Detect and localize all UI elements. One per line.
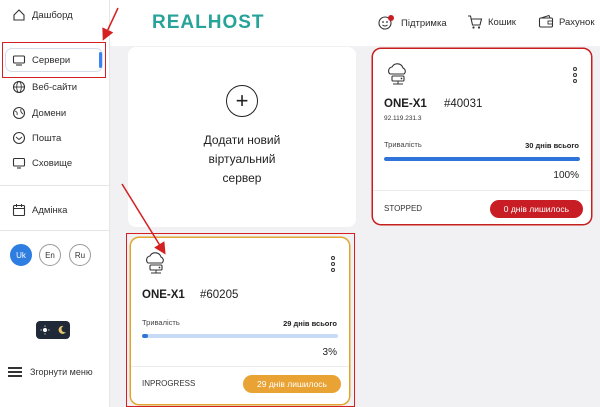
- sidebar-item-label: Веб-сайти: [32, 81, 78, 93]
- progress-bar: [142, 334, 338, 338]
- wallet-icon: [538, 14, 554, 28]
- plus-icon: +: [226, 85, 258, 117]
- sidebar-item-dashboard[interactable]: Дашборд: [6, 4, 102, 26]
- server-id: #40031: [444, 98, 483, 110]
- sidebar-item-domains[interactable]: Домени: [6, 102, 102, 124]
- more-options-icon[interactable]: [573, 67, 579, 87]
- sidebar-item-mail[interactable]: Пошта: [6, 127, 102, 149]
- monitor-icon: [12, 157, 26, 169]
- logo[interactable]: REALHOST: [152, 12, 265, 34]
- sidebar-item-servers[interactable]: Сервери: [6, 49, 102, 71]
- home-icon: [13, 9, 25, 21]
- sidebar-item-admin[interactable]: Адмінка: [6, 199, 102, 221]
- server-icon: [12, 55, 26, 66]
- add-server-line: сервер: [222, 171, 262, 185]
- progress-bar: [384, 157, 580, 161]
- card-divider: [131, 366, 349, 367]
- server-name: ONE-X1: [384, 98, 427, 110]
- progress-percent: 100%: [553, 170, 579, 181]
- sidebar-item-websites[interactable]: Веб-сайти: [6, 76, 102, 98]
- duration-label: Тривалість: [384, 140, 422, 149]
- sidebar-item-label: Домени: [32, 107, 67, 119]
- cloud-server-icon: [388, 63, 406, 85]
- sun-icon: [40, 325, 49, 335]
- server-name: ONE-X1: [142, 289, 185, 301]
- account-label: Рахунок: [559, 16, 595, 28]
- server-ip: 92.119.231.3: [384, 115, 422, 122]
- cart-label: Кошик: [488, 16, 516, 28]
- duration-total: 29 днів всього: [283, 319, 337, 328]
- card-divider: [373, 190, 591, 191]
- add-server-line: Додати новий: [203, 133, 281, 147]
- cart-icon: [468, 15, 483, 29]
- collapse-menu-label: Згорнути меню: [30, 367, 93, 377]
- language-en-button[interactable]: En: [39, 244, 61, 266]
- sidebar-item-label: Сервери: [32, 54, 71, 66]
- cart-link[interactable]: Кошик: [467, 14, 516, 30]
- moon-icon: [58, 325, 66, 334]
- support-link[interactable]: Підтримка: [376, 14, 447, 32]
- divider: [0, 230, 110, 231]
- language-ru-button[interactable]: Ru: [69, 244, 91, 266]
- top-header: REALHOST Підтримка Кошик Рахунок: [110, 0, 600, 46]
- server-card[interactable]: ONE-X1 #40031 92.119.231.3 Тривалість 30…: [373, 49, 591, 224]
- status-label: STOPPED: [384, 204, 423, 213]
- sidebar-item-label: Сховище: [32, 157, 73, 169]
- add-server-text: Додати новий віртуальний сервер: [204, 131, 281, 188]
- account-link[interactable]: Рахунок: [538, 14, 595, 30]
- duration-total: 30 днів всього: [525, 141, 579, 150]
- globe-icon: [12, 80, 26, 94]
- server-card[interactable]: ONE-X1 #60205 Тривалість 29 днів всього …: [131, 238, 349, 404]
- sidebar-item-label: Пошта: [32, 132, 62, 144]
- collapse-menu-button[interactable]: Згорнути меню: [8, 363, 104, 381]
- sidebar-item-label: Адмінка: [32, 204, 68, 216]
- mail-icon: [12, 131, 26, 145]
- globe-icon: [12, 106, 26, 120]
- sidebar-item-label: Дашборд: [32, 9, 73, 21]
- progress-fill: [384, 157, 580, 161]
- days-left-badge[interactable]: 0 днів лишилось: [489, 200, 583, 218]
- menu-icon: [8, 365, 22, 380]
- more-options-icon[interactable]: [331, 256, 337, 276]
- progress-percent: 3%: [322, 347, 337, 358]
- calendar-icon: [12, 204, 26, 217]
- progress-fill: [142, 334, 148, 338]
- sidebar-item-storage[interactable]: Сховище: [6, 152, 102, 174]
- divider: [0, 185, 110, 186]
- support-label: Підтримка: [401, 17, 447, 29]
- cloud-server-icon: [146, 252, 164, 274]
- support-icon: [378, 15, 394, 30]
- theme-toggle[interactable]: [36, 321, 70, 339]
- duration-label: Тривалість: [142, 318, 180, 327]
- add-server-card[interactable]: + Додати новий віртуальний сервер: [128, 47, 356, 227]
- server-id: #60205: [200, 289, 239, 301]
- sidebar: Дашборд Сервери Веб-сайти Домени Пошта С…: [0, 0, 110, 407]
- language-uk-button[interactable]: Uk: [10, 244, 32, 266]
- days-left-badge[interactable]: 29 днів лишилось: [243, 375, 341, 393]
- add-server-line: віртуальний: [208, 152, 276, 166]
- status-label: INPROGRESS: [142, 379, 196, 388]
